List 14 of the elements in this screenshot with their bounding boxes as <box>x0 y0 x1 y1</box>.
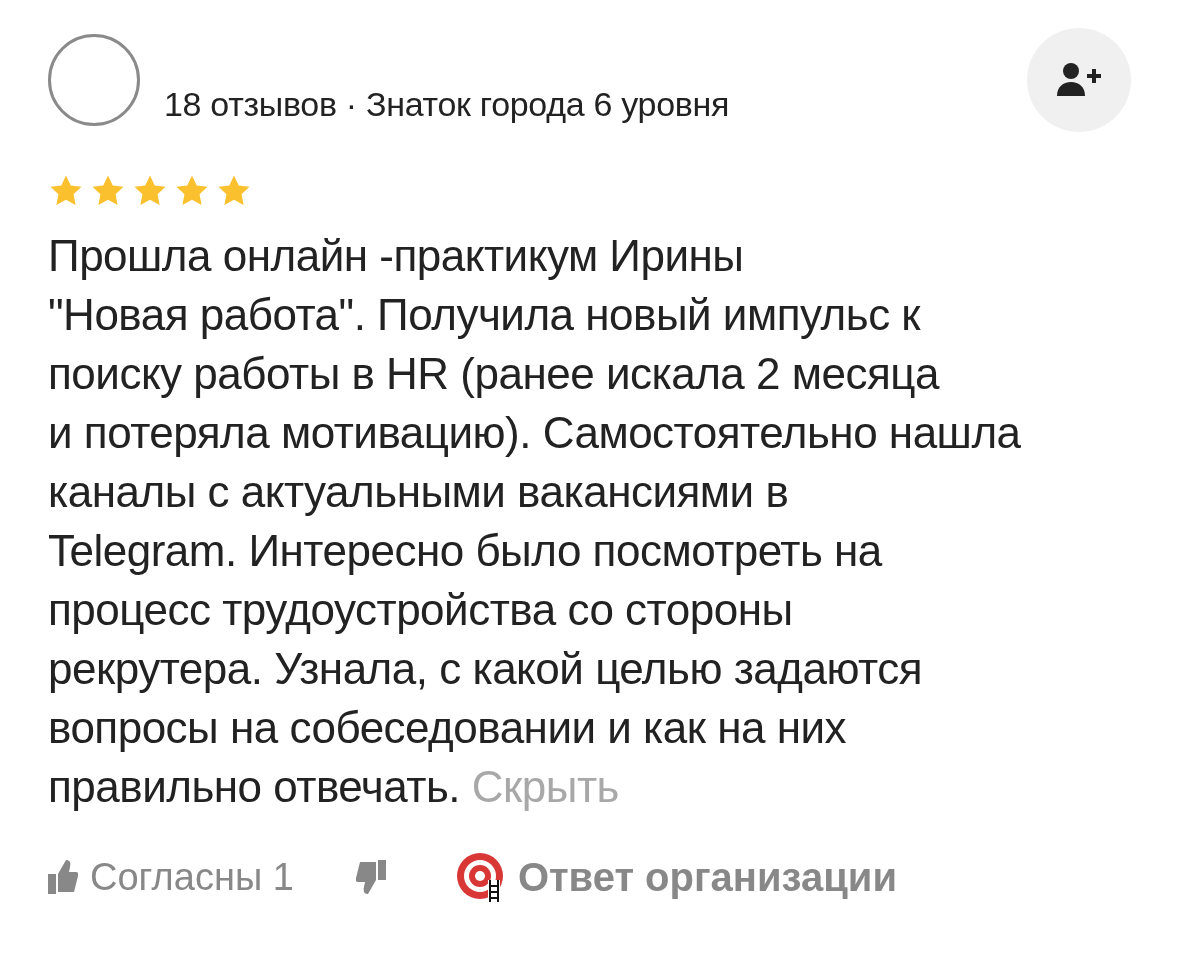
star-icon <box>174 174 210 208</box>
add-person-icon <box>1057 62 1101 98</box>
author-meta: 18 отзывов · Знаток города 6 уровня <box>164 83 731 124</box>
hide-link[interactable]: Скрыть <box>471 762 620 811</box>
dislike-icon[interactable] <box>355 860 386 894</box>
star-icon <box>48 174 84 208</box>
review-text: Прошла онлайн -практикум Ирины "Новая работа". Получила новый импульс к поиску работы в HR (ранее искала 2 месяца и потеряла мотивацию). Самостоятельно нашла каналы с актуальными вакансиями в Telegram. Интересно было посмотреть на процесс трудоустройства со стороны рекрутера. Узнала, с какой целью задаются вопросы на собеседовании и как на них правильно отвечать. Скрыть <box>48 230 1022 813</box>
target-icon <box>455 852 506 902</box>
thumbs-up-icon <box>48 860 78 894</box>
star-icon <box>132 174 168 208</box>
star-icon <box>90 174 126 208</box>
star-icon <box>216 174 252 208</box>
like-button[interactable]: Согласны 1 <box>48 855 294 899</box>
organization-reply-button[interactable]: Ответ организации <box>455 852 897 902</box>
